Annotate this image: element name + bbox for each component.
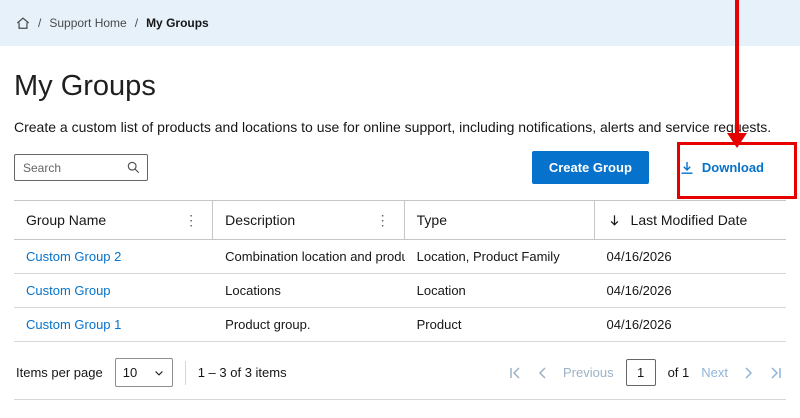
group-modified-date: 04/16/2026 bbox=[595, 308, 786, 341]
breadcrumb-my-groups: My Groups bbox=[146, 16, 209, 30]
pagination-controls: Previous of 1 Next bbox=[507, 359, 784, 386]
column-label: Last Modified Date bbox=[631, 212, 748, 228]
items-per-page-value: 10 bbox=[123, 365, 137, 380]
search-input[interactable] bbox=[23, 161, 126, 175]
toolbar: Create Group Download bbox=[14, 151, 786, 184]
next-page-icon[interactable] bbox=[740, 365, 756, 381]
page-title: My Groups bbox=[14, 70, 786, 103]
groups-table: Group Name ⋮ Description ⋮ Type L bbox=[14, 200, 786, 342]
page: / Support Home / My Groups My Groups Cre… bbox=[0, 0, 800, 418]
column-header-description: Description ⋮ bbox=[213, 201, 404, 239]
table-row: Custom Group 2 Combination location and … bbox=[14, 240, 786, 274]
table-row: Custom Group 1 Product group. Product 04… bbox=[14, 308, 786, 342]
column-menu-icon[interactable]: ⋮ bbox=[182, 213, 200, 227]
column-header-last-modified[interactable]: Last Modified Date bbox=[595, 201, 786, 239]
create-group-button[interactable]: Create Group bbox=[532, 151, 649, 184]
breadcrumb: / Support Home / My Groups bbox=[0, 0, 800, 46]
page-count-text: of 1 bbox=[668, 365, 690, 380]
group-description: Combination location and product ... bbox=[213, 240, 404, 273]
group-description: Locations bbox=[213, 274, 404, 307]
previous-page-icon[interactable] bbox=[535, 365, 551, 381]
page-number-input[interactable] bbox=[626, 359, 656, 386]
column-header-type: Type bbox=[405, 201, 595, 239]
divider bbox=[185, 361, 186, 385]
sort-descending-icon[interactable] bbox=[607, 213, 622, 228]
group-modified-date: 04/16/2026 bbox=[595, 240, 786, 273]
column-label: Group Name bbox=[26, 212, 106, 228]
group-description: Product group. bbox=[213, 308, 404, 341]
chevron-down-icon bbox=[153, 367, 165, 379]
column-header-group-name: Group Name ⋮ bbox=[14, 201, 213, 239]
items-per-page-select[interactable]: 10 bbox=[115, 358, 173, 387]
column-label: Type bbox=[417, 212, 447, 228]
table-row: Custom Group Locations Location 04/16/20… bbox=[14, 274, 786, 308]
breadcrumb-separator: / bbox=[38, 16, 41, 30]
group-name-link[interactable]: Custom Group 1 bbox=[14, 308, 213, 341]
table-header: Group Name ⋮ Description ⋮ Type L bbox=[14, 200, 786, 240]
column-label: Description bbox=[225, 212, 295, 228]
items-range-text: 1 – 3 of 3 items bbox=[198, 365, 287, 380]
download-label: Download bbox=[702, 160, 764, 175]
group-name-link[interactable]: Custom Group bbox=[14, 274, 213, 307]
breadcrumb-support-home[interactable]: Support Home bbox=[49, 16, 126, 30]
search-box bbox=[14, 154, 148, 181]
group-type: Location, Product Family bbox=[405, 240, 595, 273]
items-per-page-label: Items per page bbox=[16, 365, 103, 380]
page-description: Create a custom list of products and loc… bbox=[14, 119, 786, 135]
download-button[interactable]: Download bbox=[675, 154, 768, 182]
next-button[interactable]: Next bbox=[701, 365, 728, 380]
column-menu-icon[interactable]: ⋮ bbox=[374, 213, 392, 227]
group-type: Product bbox=[405, 308, 595, 341]
toolbar-actions: Create Group Download bbox=[532, 151, 786, 184]
search-icon bbox=[126, 160, 141, 175]
items-per-page-group: Items per page 10 1 – 3 of 3 items bbox=[16, 358, 287, 387]
group-modified-date: 04/16/2026 bbox=[595, 274, 786, 307]
table-footer: Items per page 10 1 – 3 of 3 items bbox=[14, 352, 786, 400]
last-page-icon[interactable] bbox=[768, 365, 784, 381]
download-icon bbox=[679, 160, 695, 176]
first-page-icon[interactable] bbox=[507, 365, 523, 381]
previous-button[interactable]: Previous bbox=[563, 365, 614, 380]
group-name-link[interactable]: Custom Group 2 bbox=[14, 240, 213, 273]
home-icon[interactable] bbox=[16, 16, 30, 30]
breadcrumb-separator: / bbox=[135, 16, 138, 30]
group-type: Location bbox=[405, 274, 595, 307]
